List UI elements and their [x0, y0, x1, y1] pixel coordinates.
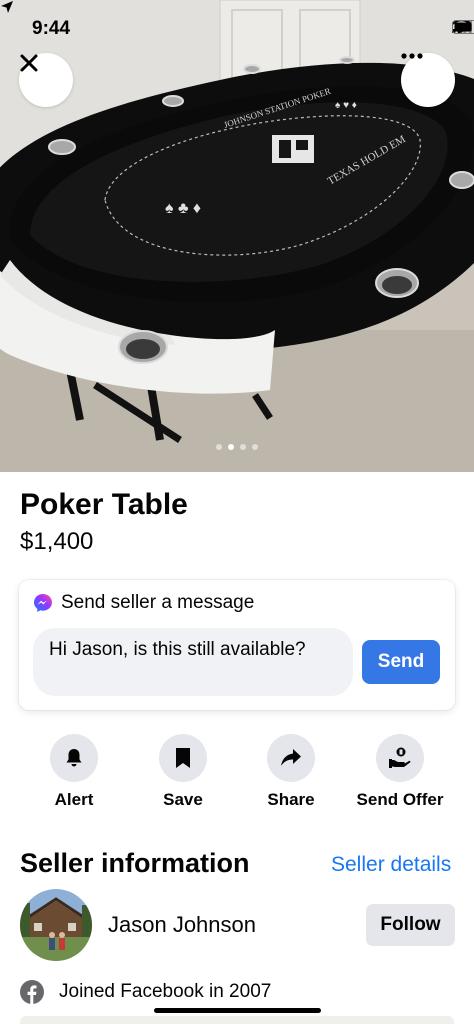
share-arrow-icon [281, 749, 301, 766]
map-preview[interactable] [20, 1016, 454, 1024]
seller-avatar[interactable] [20, 889, 92, 961]
message-input[interactable]: Hi Jason, is this still available? [33, 628, 353, 696]
joined-info: Joined Facebook in 2007 [20, 980, 271, 1004]
close-icon [20, 54, 38, 72]
listing-actions: Alert Save Share Send Offer [0, 734, 474, 814]
carousel-dot-active[interactable] [228, 444, 234, 450]
follow-button[interactable]: Follow [366, 904, 455, 946]
send-button[interactable]: Send [362, 640, 440, 684]
save-button[interactable]: Save [128, 734, 238, 810]
svg-text:♠ ♥ ♦: ♠ ♥ ♦ [335, 100, 357, 111]
carousel-dot[interactable] [240, 444, 246, 450]
message-header: Send seller a message [33, 592, 254, 614]
listing-price: $1,400 [20, 528, 94, 555]
message-seller-card: Send seller a message Hi Jason, is this … [19, 580, 455, 710]
message-header-label: Send seller a message [61, 592, 255, 613]
send-offer-button[interactable]: Send Offer [345, 734, 455, 810]
home-indicator[interactable] [154, 1008, 321, 1013]
seller-name[interactable]: Jason Johnson [108, 912, 256, 938]
alert-button[interactable]: Alert [19, 734, 129, 810]
listing-title: Poker Table [20, 488, 188, 521]
battery-icon [452, 20, 474, 34]
more-horizontal-icon [401, 53, 423, 59]
listing-photo[interactable]: JOHNSON STATION POKER TEXAS HOLD EM ♠ ♣ … [0, 0, 474, 472]
facebook-icon [20, 980, 44, 1004]
seller-details-link[interactable]: Seller details [331, 853, 451, 877]
bookmark-icon [176, 748, 190, 768]
carousel-dot[interactable] [252, 444, 258, 450]
status-time: 9:44 [32, 18, 71, 39]
bell-icon [66, 749, 82, 767]
avatar-photo [20, 889, 92, 961]
send-offer-label: Send Offer [356, 790, 444, 809]
location-arrow-icon [1, 1, 13, 13]
close-button[interactable] [19, 53, 73, 107]
carousel-indicator[interactable] [0, 444, 474, 450]
svg-text:♠ ♣ ♦: ♠ ♣ ♦ [165, 200, 201, 217]
status-bar: 9:44 [0, 0, 474, 60]
joined-text: Joined Facebook in 2007 [59, 981, 272, 1002]
carousel-dot[interactable] [216, 444, 222, 450]
alert-label: Alert [54, 790, 94, 809]
messenger-icon [34, 594, 52, 612]
more-options-button[interactable] [401, 53, 455, 107]
save-label: Save [163, 790, 203, 809]
share-label: Share [267, 790, 315, 809]
send-offer-icon [389, 747, 411, 768]
seller-section-title: Seller information [20, 848, 250, 878]
share-button[interactable]: Share [236, 734, 346, 810]
